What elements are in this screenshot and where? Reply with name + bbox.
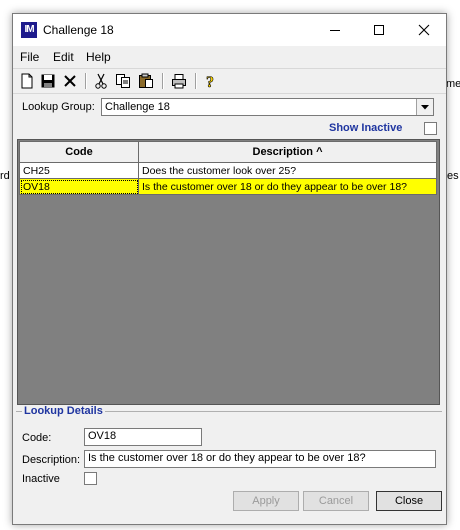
chevron-down-icon [421,104,429,109]
title-bar: IM Challenge 18 [13,14,446,46]
window-title: Challenge 18 [43,23,114,37]
close-button[interactable]: Close [376,491,442,511]
dropdown-arrow-button[interactable] [416,99,433,115]
column-header-description[interactable]: Description ^ [138,141,437,163]
minimize-icon [330,30,340,31]
table-row-selected[interactable]: OV18 Is the customer over 18 or do they … [19,178,437,195]
background-text-fragment: rd [0,170,10,182]
challenge-window: IM Challenge 18 File Edit Help ? Lookup … [12,13,447,525]
paste-clipboard-icon [139,73,153,88]
code-input[interactable]: OV18 [84,428,202,446]
column-header-code[interactable]: Code [19,141,139,163]
inactive-label: Inactive [22,473,60,485]
delete-x-icon [64,75,76,87]
description-input[interactable]: Is the customer over 18 or do they appea… [84,450,436,468]
menu-file[interactable]: File [20,50,39,64]
scissors-icon [95,73,107,89]
lookup-details-title: Lookup Details [22,405,105,417]
print-button[interactable] [170,72,188,90]
printer-icon [172,74,186,89]
menu-edit[interactable]: Edit [53,50,74,64]
table-row[interactable]: CH25 Does the customer look over 25? [19,162,437,179]
save-button[interactable] [39,72,57,90]
copy-button[interactable] [114,72,132,90]
code-cell[interactable]: OV18 [19,178,139,195]
toolbar-separator [85,73,87,89]
toolbar: ? [13,68,446,94]
close-window-button[interactable] [402,14,446,46]
svg-text:?: ? [206,74,214,89]
close-icon [418,24,430,36]
menu-help[interactable]: Help [86,50,111,64]
menu-bar: File Edit Help [13,47,446,67]
help-question-icon: ? [206,74,215,89]
code-label: Code: [22,432,52,444]
cut-button[interactable] [92,72,110,90]
show-inactive-label: Show Inactive [329,122,403,134]
new-button[interactable] [18,72,36,90]
maximize-icon [374,25,384,35]
save-icon [41,74,55,88]
lookup-group-select[interactable]: Challenge 18 [101,98,434,116]
background-text-fragment: mes [446,78,460,90]
cancel-button[interactable]: Cancel [303,491,369,511]
grid-header-row: Code Description ^ [19,141,437,163]
help-button[interactable]: ? [202,72,220,90]
lookup-table: Code Description ^ CH25 Does the custome… [19,141,437,195]
description-cell[interactable]: Does the customer look over 25? [138,162,437,179]
minimize-button[interactable] [313,14,357,46]
inactive-checkbox[interactable] [84,472,97,485]
code-cell[interactable]: CH25 [19,162,139,179]
new-document-icon [21,73,33,89]
apply-button[interactable]: Apply [233,491,299,511]
description-label: Description: [22,454,81,466]
app-icon: IM [21,22,37,38]
maximize-button[interactable] [357,14,401,46]
show-inactive-checkbox[interactable] [424,122,437,135]
delete-button[interactable] [61,72,79,90]
toolbar-separator [195,73,197,89]
paste-button[interactable] [137,72,155,90]
lookup-grid: Code Description ^ CH25 Does the custome… [17,139,440,405]
description-cell[interactable]: Is the customer over 18 or do they appea… [138,178,437,195]
lookup-group-label: Lookup Group: [22,101,95,113]
lookup-group-value: Challenge 18 [105,101,170,113]
toolbar-separator [162,73,164,89]
background-text-fragment: es [447,170,459,182]
copy-icon [116,74,130,88]
